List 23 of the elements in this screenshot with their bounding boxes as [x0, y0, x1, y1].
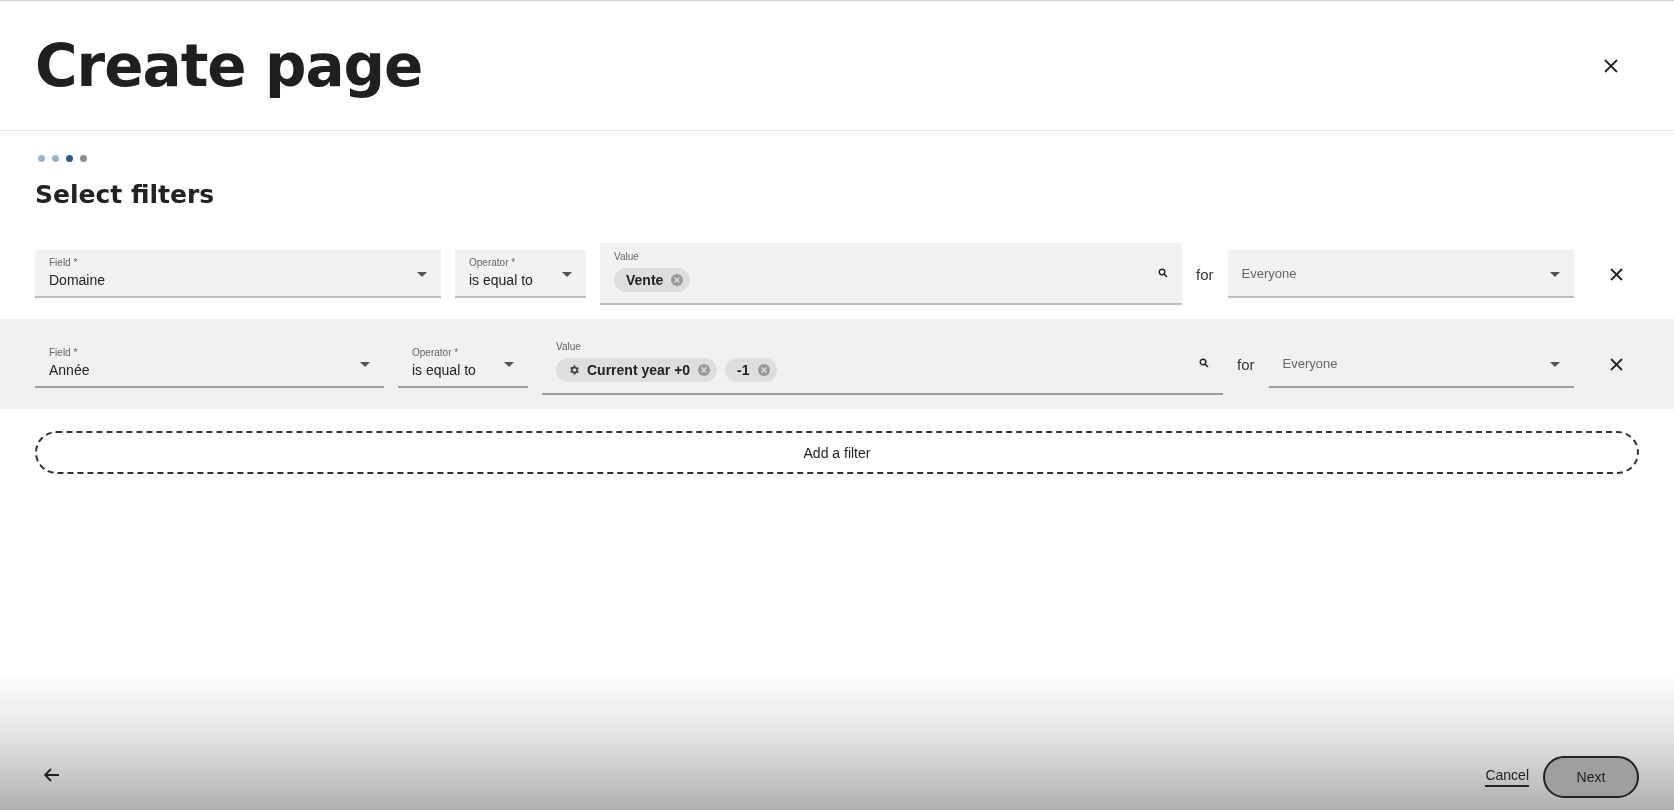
- value-chip[interactable]: Vente: [614, 268, 691, 292]
- next-button[interactable]: Next: [1543, 756, 1639, 798]
- audience-select[interactable]: Everyone: [1227, 250, 1574, 298]
- value-chip[interactable]: -1: [725, 358, 777, 382]
- caret-icon: [1550, 362, 1560, 367]
- caret-icon: [1550, 272, 1560, 277]
- add-filter-button[interactable]: Add a filter: [35, 431, 1639, 474]
- cancel-link[interactable]: Cancel: [1485, 767, 1529, 787]
- dialog-title: Create page: [35, 31, 423, 100]
- caret-icon: [360, 362, 370, 367]
- value-chip[interactable]: Current year +0: [556, 358, 718, 382]
- for-label: for: [1237, 355, 1255, 373]
- caret-icon: [504, 362, 514, 367]
- caret-icon: [417, 272, 427, 277]
- search-icon: [1158, 268, 1168, 278]
- search-icon: [1199, 358, 1209, 368]
- section-title: Select filters: [35, 180, 216, 209]
- caret-icon: [562, 272, 572, 277]
- field-select[interactable]: Field * Domaine: [35, 250, 441, 298]
- gear-icon: [568, 364, 580, 376]
- for-label: for: [1196, 265, 1214, 283]
- value-field[interactable]: Value Vente: [600, 243, 1182, 305]
- operator-select[interactable]: Operator * is equal to: [455, 250, 586, 298]
